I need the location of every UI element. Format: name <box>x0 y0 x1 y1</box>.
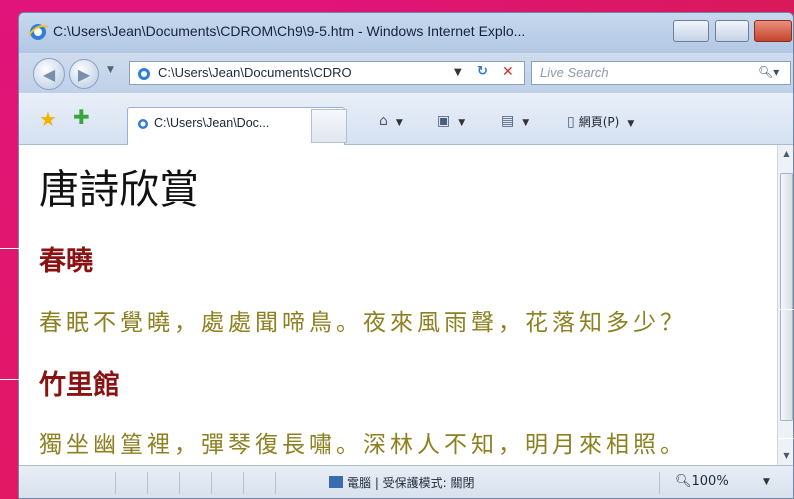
forward-button[interactable]: ▶ <box>69 59 99 89</box>
page-content: 唐詩欣賞 春曉 春眠不覺曉，處處聞啼鳥。夜來風雨聲，花落知多少？ 竹里館 獨坐幽… <box>19 145 777 465</box>
status-divider <box>243 472 244 494</box>
page-title: 唐詩欣賞 <box>39 167 199 213</box>
tab-label: C:\Users\Jean\Doc... <box>154 116 270 130</box>
scroll-down-icon[interactable]: ▼ <box>778 447 793 465</box>
new-tab-button[interactable] <box>311 109 347 143</box>
close-button[interactable] <box>754 20 792 42</box>
tab-favicon-icon <box>138 119 148 129</box>
status-divider <box>211 472 212 494</box>
search-input[interactable]: Live Search <box>540 65 609 80</box>
status-divider <box>115 472 116 494</box>
poem-text: 春眠不覺曉，處處聞啼鳥。夜來風雨聲，花落知多少？ <box>39 310 687 336</box>
home-dropdown-icon[interactable]: ▼ <box>396 118 403 128</box>
print-icon: ▤ <box>501 113 515 129</box>
back-button[interactable]: ◀ <box>33 58 65 90</box>
callout-line <box>0 248 40 249</box>
stop-icon[interactable]: ✕ <box>502 64 514 80</box>
page-menu-label: 網頁(P) <box>578 115 620 129</box>
favorites-star-icon[interactable]: ★ <box>39 107 57 131</box>
feeds-dropdown-icon[interactable]: ▼ <box>458 118 465 128</box>
browser-window: C:\Users\Jean\Documents\CDROM\Ch9\9-5.ht… <box>18 12 794 499</box>
window-title: C:\Users\Jean\Documents\CDROM\Ch9\9-5.ht… <box>53 23 526 39</box>
poem-title: 春曉 <box>39 246 93 277</box>
page-favicon-icon <box>138 68 150 80</box>
maximize-button[interactable] <box>715 20 749 42</box>
address-text[interactable]: C:\Users\Jean\Documents\CDRO <box>158 65 352 80</box>
status-divider <box>659 472 660 494</box>
page-dropdown-icon[interactable]: ▼ <box>627 119 634 129</box>
address-dropdown-icon[interactable]: ▼ <box>454 67 462 78</box>
status-divider <box>275 472 276 494</box>
security-zone-label: 電腦 | 受保護模式: 關閉 <box>347 476 475 490</box>
poem-text: 獨坐幽篁裡，彈琴復長嘯。深林人不知，明月來相照。 <box>39 432 687 458</box>
scroll-up-icon[interactable]: ▲ <box>778 145 793 163</box>
ie-icon <box>28 24 49 40</box>
zoom-value: 100% <box>691 474 729 489</box>
zoom-dropdown-icon[interactable]: ▼ <box>763 477 770 487</box>
add-favorites-icon[interactable]: ✚ <box>73 105 90 129</box>
page-menu-button[interactable]: ▯ 網頁(P) ▼ <box>567 113 634 130</box>
status-divider <box>179 472 180 494</box>
command-bar: ★ ✚ C:\Users\Jean\Doc... ⌂ ▼ ▣ ▼ ▤ ▼ ▯ 網頁(P)… <box>19 93 793 145</box>
home-icon: ⌂ <box>379 113 388 129</box>
navigation-bar: ◀ ▶ ▼ C:\Users\Jean\Documents\CDRO ▼ ↻ ✕… <box>19 53 793 93</box>
back-icon: ◀ <box>42 64 56 84</box>
zoom-level[interactable]: 🔍︎100% <box>675 474 729 489</box>
callout-line <box>778 309 794 310</box>
search-box[interactable]: Live Search 🔍︎▾ <box>531 61 791 85</box>
callout-line <box>778 438 794 439</box>
print-button[interactable]: ▤ ▼ <box>501 113 529 129</box>
recent-pages-dropdown[interactable]: ▼ <box>107 65 114 75</box>
callout-line <box>0 379 40 380</box>
scroll-thumb[interactable] <box>780 173 793 421</box>
vertical-scrollbar[interactable]: ▲ ▼ <box>777 145 793 465</box>
page-icon: ▯ <box>567 114 575 130</box>
zone-computer-icon <box>329 476 343 488</box>
title-bar: C:\Users\Jean\Documents\CDROM\Ch9\9-5.ht… <box>19 13 793 53</box>
feeds-button[interactable]: ▣ ▼ <box>437 113 465 129</box>
feeds-icon: ▣ <box>437 113 451 129</box>
status-bar: 電腦 | 受保護模式: 關閉 🔍︎100% ▼ <box>19 465 793 498</box>
print-dropdown-icon[interactable]: ▼ <box>522 118 529 128</box>
forward-icon: ▶ <box>77 64 91 84</box>
security-zone[interactable]: 電腦 | 受保護模式: 關閉 <box>329 474 475 491</box>
search-icon[interactable]: 🔍︎▾ <box>758 65 779 79</box>
zoom-icon: 🔍︎ <box>675 474 692 489</box>
status-divider <box>147 472 148 494</box>
refresh-icon[interactable]: ↻ <box>477 64 488 79</box>
poem-title: 竹里館 <box>39 370 120 401</box>
address-bar[interactable]: C:\Users\Jean\Documents\CDRO ▼ ↻ ✕ <box>129 61 525 85</box>
minimize-button[interactable] <box>673 20 709 42</box>
home-button[interactable]: ⌂ ▼ <box>379 113 403 129</box>
